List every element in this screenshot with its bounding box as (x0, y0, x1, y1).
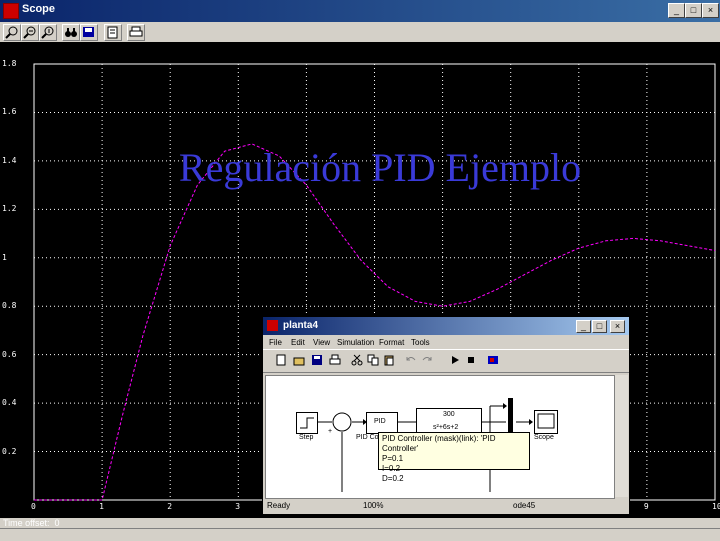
binoculars-icon (65, 28, 77, 37)
bottom-strip (0, 528, 720, 541)
x-tick-label: 9 (643, 502, 649, 511)
cut-icon[interactable] (351, 354, 363, 366)
menu-file[interactable]: File (269, 338, 282, 347)
sim-minimize-button[interactable]: _ (576, 320, 591, 333)
scope-title-bar[interactable]: Scope _ □ × (0, 0, 720, 22)
redo-icon[interactable] (421, 354, 433, 366)
time-offset-value: 0 (54, 518, 60, 528)
library-browser-icon[interactable] (487, 354, 499, 366)
status-zoom: 100% (363, 501, 384, 510)
scope-symbol-icon (537, 413, 555, 429)
status-solver: ode45 (513, 501, 536, 510)
step-symbol-icon (300, 417, 314, 429)
tooltip-line-4: D=0.2 (382, 474, 404, 483)
stop-simulation-icon[interactable] (465, 354, 477, 366)
simulink-app-icon (267, 320, 278, 331)
tooltip-line-2: P=0.1 (382, 454, 404, 463)
print-button[interactable] (127, 24, 145, 41)
sim-close-button[interactable]: × (610, 320, 625, 333)
tooltip-line-1: PID Controller (mask)(link): 'PID Contro… (382, 434, 496, 453)
simulink-statusbar: Ready 100% ode45 (263, 499, 629, 513)
close-button[interactable]: × (702, 3, 719, 18)
menu-tools[interactable]: Tools (411, 338, 430, 347)
save-icon[interactable] (311, 354, 323, 366)
zoom-y-button[interactable] (39, 24, 57, 41)
y-tick-label: 1 (2, 252, 7, 262)
step-label: Step (299, 434, 314, 441)
autoscale-button[interactable] (62, 24, 80, 41)
menu-view[interactable]: View (313, 338, 330, 347)
menu-edit[interactable]: Edit (291, 338, 305, 347)
x-tick-label: 1 (99, 502, 104, 511)
scope-label: Scope (534, 434, 554, 441)
pid-controller-block[interactable]: PID (366, 412, 398, 434)
y-tick-label: 0.2 (2, 446, 17, 456)
new-model-icon[interactable] (275, 354, 287, 366)
x-tick-label: 3 (235, 502, 241, 511)
minimize-button[interactable]: _ (668, 3, 685, 18)
parameters-button[interactable] (104, 24, 122, 41)
maximize-button[interactable]: □ (685, 3, 702, 18)
zoom-in-icon (5, 26, 18, 39)
simulink-title: planta4 (283, 320, 319, 331)
menu-simulation[interactable]: Simulation (337, 338, 374, 347)
pid-tooltip: PID Controller (mask)(link): 'PID Contro… (378, 432, 530, 483)
x-tick-label: 2 (167, 502, 173, 511)
scope-toolbar (0, 22, 720, 42)
x-tick-label: 10 (712, 502, 720, 511)
model-canvas[interactable]: Step + PID PID Co 300 s²+6s+2 Scope PID … (265, 375, 615, 499)
scope-block[interactable] (534, 410, 558, 434)
matlab-app-icon (3, 3, 19, 19)
menu-format[interactable]: Format (379, 338, 404, 347)
y-tick-label: 1.4 (2, 155, 17, 165)
step-block[interactable] (296, 412, 318, 434)
x-tick-label: 0 (31, 502, 36, 511)
time-offset-label: Time offset: 0 (3, 518, 60, 528)
plant-numerator: 300 (443, 411, 455, 418)
start-simulation-icon[interactable] (449, 354, 461, 366)
tooltip-line-3: I=0.2 (382, 464, 401, 473)
simulink-window[interactable]: planta4 _ □ × File Edit View Simulation … (262, 316, 630, 515)
save-axes-button[interactable] (80, 24, 98, 41)
slide-title: Regulación PID Ejemplo (178, 145, 582, 190)
zoom-x-button[interactable] (21, 24, 39, 41)
window-title: Scope (22, 3, 56, 15)
simulink-toolbar (263, 349, 629, 373)
copy-icon[interactable] (367, 354, 379, 366)
simulink-title-bar[interactable]: planta4 _ □ × (263, 317, 629, 335)
open-icon[interactable] (293, 354, 305, 366)
simulink-menubar: File Edit View Simulation Format Tools (263, 335, 629, 349)
y-tick-label: 1.6 (2, 107, 17, 117)
y-tick-label: 1.8 (2, 59, 17, 68)
print-icon (129, 26, 143, 37)
canvas-vertical-scrollbar[interactable] (614, 375, 628, 497)
pid-caption: PID Co (356, 434, 379, 441)
undo-icon[interactable] (405, 354, 417, 366)
zoom-x-icon (23, 26, 36, 39)
status-ready: Ready (267, 501, 291, 510)
print-model-icon[interactable] (329, 354, 341, 366)
pid-block-text: PID (374, 418, 386, 425)
save-axes-icon (83, 27, 94, 37)
zoom-in-button[interactable] (3, 24, 21, 41)
y-tick-label: 0.8 (2, 301, 17, 311)
paste-icon[interactable] (383, 354, 395, 366)
parameters-icon (107, 26, 118, 39)
y-tick-label: 0.4 (2, 398, 17, 408)
sum-sign-label: + (328, 428, 333, 435)
plant-denominator: s²+6s+2 (433, 424, 459, 431)
y-tick-label: 0.6 (2, 349, 17, 359)
zoom-y-icon (41, 26, 54, 39)
sim-maximize-button[interactable]: □ (592, 320, 607, 333)
y-tick-label: 1.2 (2, 204, 17, 214)
